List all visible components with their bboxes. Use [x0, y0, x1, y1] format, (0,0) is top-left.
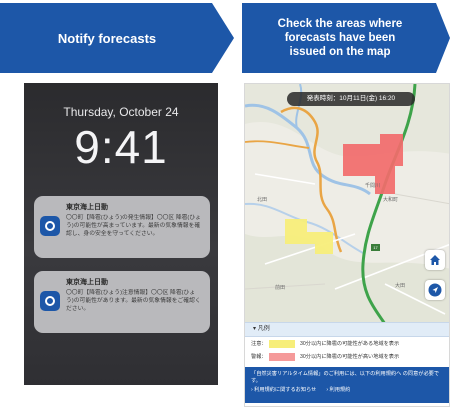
- caution-swatch: [269, 339, 295, 348]
- current-location-button[interactable]: [425, 280, 445, 300]
- legend-header[interactable]: ▾ 凡例: [245, 322, 449, 337]
- lockscreen-clock: 9:41: [74, 121, 168, 173]
- lockscreen-date: Thursday, October 24: [63, 105, 179, 119]
- notification-card[interactable]: 東京海上日動 〇〇町【降雹(ひょう)注意情報】〇〇区 降雹(ひょう)の可能性があ…: [34, 271, 210, 333]
- legend-label: 警報：: [251, 354, 267, 360]
- legend-text: 30分以内に降雹の可能性がある地域を表示: [300, 341, 400, 347]
- phone-lock-screen: Thursday, October 24 9:41 東京海上日動 〇〇町【降雹(…: [24, 83, 218, 385]
- forecast-map-screen: 発表時刻：10月11日(金) 16:20 千間川 大和町 北田 前田 大田 17…: [244, 83, 450, 407]
- home-button[interactable]: [425, 250, 445, 270]
- legend-text: 30分以内に降雹の可能性が高い地域を表示: [300, 354, 400, 360]
- terms-announcement-link[interactable]: › 利用規約に関するお知らせ: [251, 387, 316, 394]
- notification-body: 〇〇町【降雹(ひょう)注意情報】〇〇区 降雹(ひょう)の可能性があります。最新の…: [66, 290, 201, 312]
- app-icon: [40, 291, 60, 311]
- map-place-label: 大和町: [383, 197, 399, 203]
- terms-notice-text: 「自然災害リアルタイム情報」のご利用には、以下の利用規約へ の同意が必要です。: [251, 371, 440, 384]
- legend-label: 注意：: [251, 341, 267, 347]
- step2-label: Check the areas where forecasts have bee…: [277, 18, 403, 58]
- notification-card[interactable]: 東京海上日動 〇〇町【降雹(ひょう)の発生情報】〇〇区 降雹(ひょう)の可能性が…: [34, 196, 210, 258]
- map-place-label: 千間川: [365, 183, 381, 189]
- home-icon: [430, 255, 440, 265]
- step1-label: Notify forecasts: [57, 30, 157, 46]
- map-place-label: 大田: [395, 283, 406, 289]
- terms-notice: 「自然災害リアルタイム情報」のご利用には、以下の利用規約へ の同意が必要です。 …: [245, 367, 449, 403]
- road-number-label: 17: [371, 244, 380, 251]
- notification-app-name: 東京海上日動: [66, 279, 108, 286]
- map-legend: ▾ 凡例 注意： 30分以内に降雹の可能性がある地域を表示 警報： 30分以内に…: [245, 322, 449, 406]
- step-notify-forecasts: Notify forecasts: [0, 3, 234, 73]
- legend-row-caution: 注意： 30分以内に降雹の可能性がある地域を表示: [245, 337, 449, 350]
- legend-row-warning: 警報： 30分以内に降雹の可能性が高い地域を表示: [245, 350, 449, 363]
- forecast-timestamp: 発表時刻：10月11日(金) 16:20: [287, 92, 415, 106]
- step-check-map: Check the areas where forecasts have bee…: [242, 3, 450, 73]
- terms-link[interactable]: › 利用規約: [326, 387, 350, 394]
- terms-announcement-label: 利用規約に関するお知らせ: [254, 387, 317, 393]
- legend-title: 凡例: [257, 326, 270, 332]
- notification-app-name: 東京海上日動: [66, 204, 108, 211]
- notification-body: 〇〇町【降雹(ひょう)の発生情報】〇〇区 降雹(ひょう)の可能性が高まっています…: [66, 215, 201, 237]
- warning-swatch: [269, 352, 295, 361]
- map-place-label: 前田: [275, 285, 286, 291]
- location-arrow-icon: [428, 283, 442, 297]
- terms-label: 利用規約: [329, 387, 351, 393]
- map-place-label: 北田: [257, 197, 268, 203]
- app-icon: [40, 216, 60, 236]
